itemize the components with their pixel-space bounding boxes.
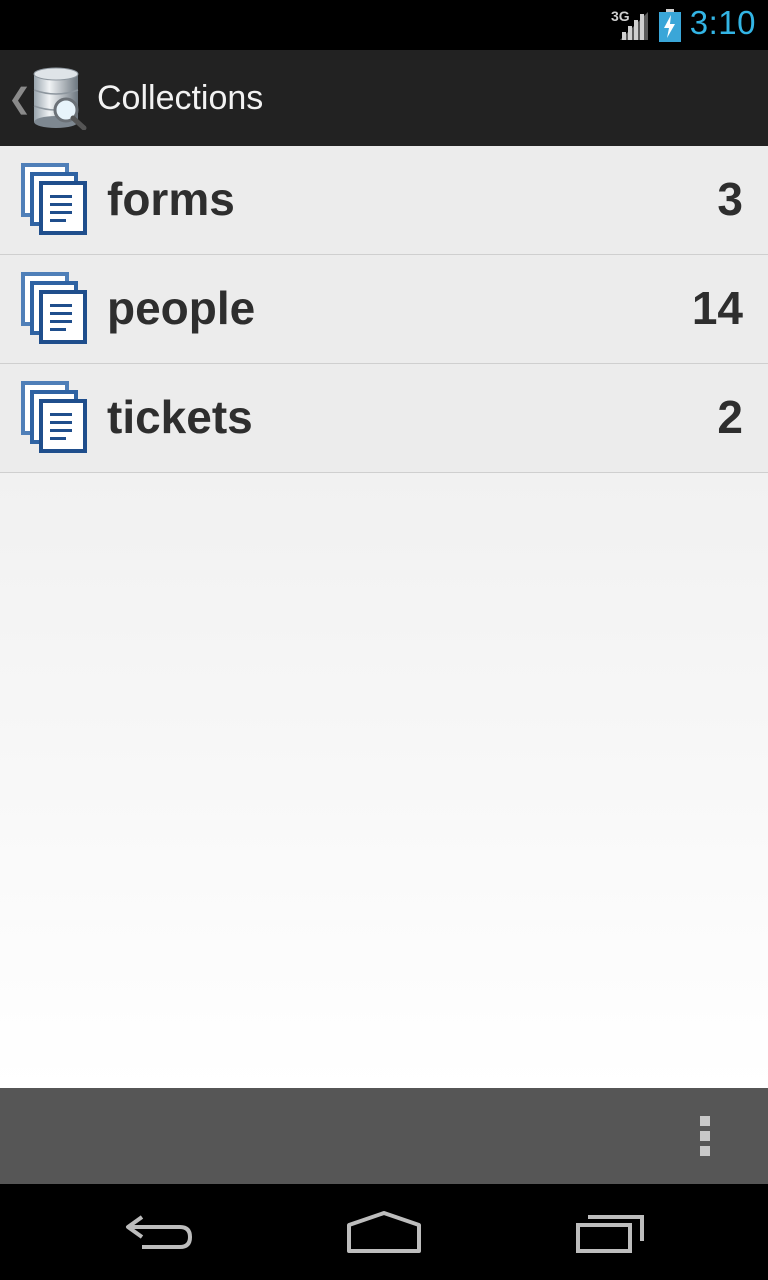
home-icon[interactable] bbox=[345, 1209, 423, 1255]
status-bar: 3G 3:10 bbox=[0, 0, 768, 50]
collection-count: 14 bbox=[691, 282, 743, 334]
list-item[interactable]: forms 3 bbox=[0, 146, 768, 255]
list-item[interactable]: tickets 2 bbox=[0, 364, 768, 473]
bottom-action-bar bbox=[0, 1088, 768, 1184]
collection-count: 3 bbox=[717, 173, 743, 225]
overflow-menu-icon[interactable] bbox=[692, 1116, 718, 1156]
database-search-icon[interactable] bbox=[30, 66, 88, 130]
collection-name: tickets bbox=[107, 391, 253, 443]
signal-icon bbox=[620, 12, 648, 40]
collection-count: 2 bbox=[717, 391, 743, 443]
collections-list: forms 3 people 14 tickets 2 bbox=[0, 146, 768, 1088]
documents-icon bbox=[21, 381, 87, 453]
documents-icon bbox=[21, 163, 87, 235]
up-caret-icon[interactable]: ❮ bbox=[8, 82, 31, 115]
action-bar: ❮ Collections bbox=[0, 50, 768, 146]
battery-charging-icon bbox=[659, 9, 681, 42]
recents-icon[interactable] bbox=[574, 1209, 648, 1255]
back-icon[interactable] bbox=[122, 1209, 198, 1255]
collection-name: forms bbox=[107, 173, 235, 225]
navigation-bar bbox=[0, 1184, 768, 1280]
status-clock: 3:10 bbox=[689, 4, 756, 41]
documents-icon bbox=[21, 272, 87, 344]
collection-name: people bbox=[107, 282, 256, 334]
list-item[interactable]: people 14 bbox=[0, 255, 768, 364]
page-title: Collections bbox=[97, 79, 264, 117]
